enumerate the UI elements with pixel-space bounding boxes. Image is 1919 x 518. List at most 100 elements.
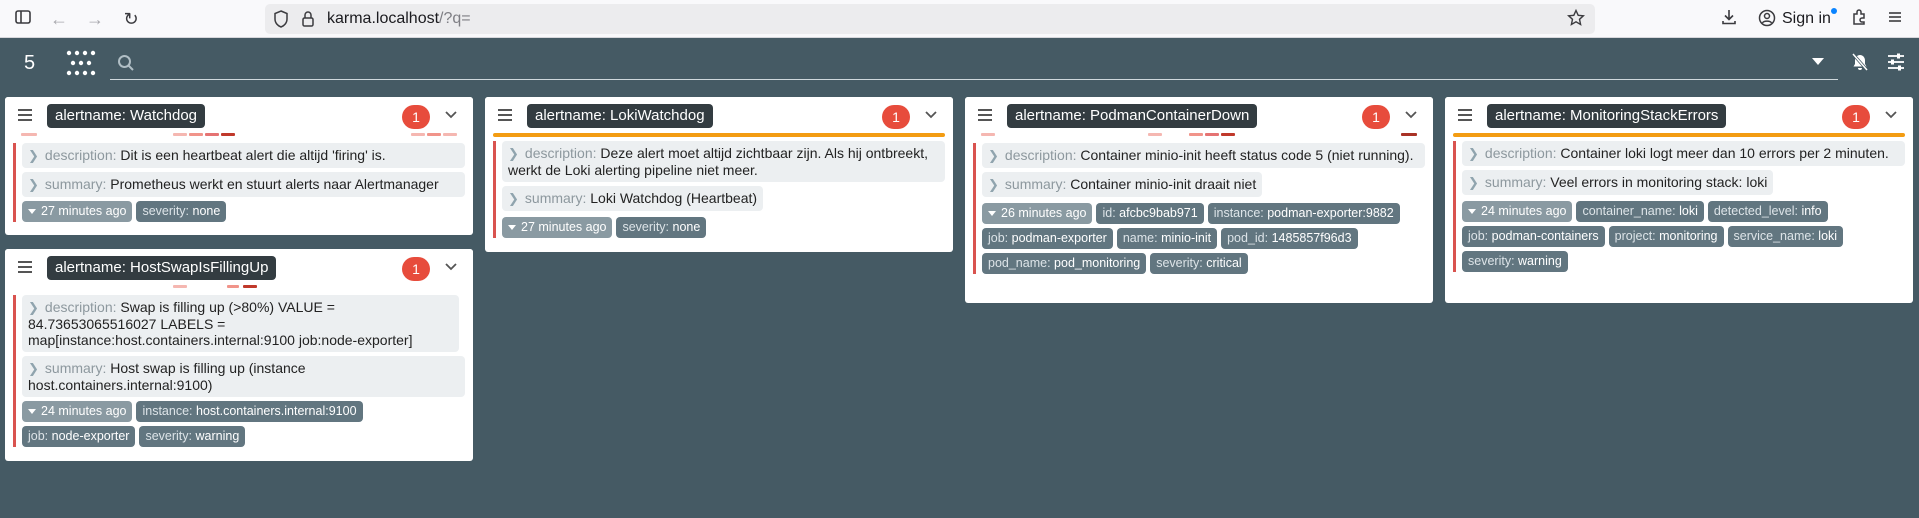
label-chip[interactable]: detected_level: info xyxy=(1707,201,1828,222)
chevron-down-icon[interactable] xyxy=(443,107,459,123)
chevron-down-icon[interactable] xyxy=(1883,107,1899,123)
chevron-right-icon[interactable]: ❯ xyxy=(28,177,39,193)
hamburger-icon[interactable] xyxy=(1458,108,1472,121)
alert-count-badge: 1 xyxy=(1842,105,1870,129)
url-text: karma.localhost/?q= xyxy=(327,10,471,27)
filter-search-input[interactable] xyxy=(110,48,1838,80)
chevron-right-icon[interactable]: ❯ xyxy=(508,146,519,162)
chevron-right-icon[interactable]: ❯ xyxy=(28,148,39,164)
history-dropdown-icon[interactable] xyxy=(1812,58,1824,65)
time-badge[interactable]: 26 minutes ago xyxy=(982,203,1093,224)
hamburger-icon[interactable] xyxy=(498,108,512,121)
description-annotation[interactable]: ❯ description: Swap is filling up (>80%) … xyxy=(22,295,459,352)
account-icon[interactable] xyxy=(1758,9,1776,32)
reload-icon[interactable]: ↻ xyxy=(120,8,142,30)
summary-annotation[interactable]: ❯ summary: Container minio-init draait ni… xyxy=(982,172,1263,197)
label-chip[interactable]: service_name: loki xyxy=(1727,226,1844,247)
alert-item: ❯ description: Dit is een heartbeat alert… xyxy=(13,143,465,222)
label-chip[interactable]: severity: none xyxy=(616,217,707,238)
group-name[interactable]: alertname: Watchdog xyxy=(47,104,206,128)
group-name[interactable]: alertname: PodmanContainerDown xyxy=(1007,104,1258,128)
alert-count-badge: 1 xyxy=(402,105,430,129)
alert-count: 5 xyxy=(24,52,36,74)
group-body: ❯ description: Container minio-init heeft… xyxy=(965,139,1433,280)
label-chip[interactable]: pod_id: 1485857f96d3 xyxy=(1221,228,1358,249)
alert-group-lokiwatchdog: alertname: LokiWatchdog 1 ❯ description: … xyxy=(485,97,953,252)
hamburger-icon[interactable] xyxy=(18,260,32,273)
alert-item: ❯ description: Swap is filling up (>80%) … xyxy=(13,295,465,447)
chevron-right-icon[interactable]: ❯ xyxy=(1468,146,1479,162)
label-chip[interactable]: id: afcbc9bab971 xyxy=(1096,203,1204,224)
group-header: alertname: LokiWatchdog 1 xyxy=(485,97,953,133)
time-badge[interactable]: 27 minutes ago xyxy=(502,217,613,238)
label-chip[interactable]: project: monitoring xyxy=(1608,226,1724,247)
label-chip[interactable]: name: minio-init xyxy=(1116,228,1218,249)
label-chip[interactable]: job: podman-containers xyxy=(1462,226,1605,247)
summary-annotation[interactable]: ❯ summary: Veel errors in monitoring stac… xyxy=(1462,170,1774,195)
summary-annotation[interactable]: ❯ summary: Host swap is filling up (insta… xyxy=(22,356,465,397)
chevron-down-icon[interactable] xyxy=(923,107,939,123)
label-chip[interactable]: job: podman-exporter xyxy=(982,228,1113,249)
group-body: ❯ description: Swap is filling up (>80%) … xyxy=(5,291,473,453)
label-chip[interactable]: severity: warning xyxy=(139,426,246,447)
time-badge[interactable]: 24 minutes ago xyxy=(22,401,133,422)
time-badge[interactable]: 27 minutes ago xyxy=(22,201,133,222)
label-chip[interactable]: instance: podman-exporter:9882 xyxy=(1207,203,1400,224)
label-chip[interactable]: job: node-exporter xyxy=(22,426,136,447)
chevron-right-icon[interactable]: ❯ xyxy=(988,177,999,193)
browser-toolbar: ← → ↻ karma.localhost/?q= Sign in xyxy=(0,0,1919,38)
chevron-down-icon[interactable] xyxy=(443,259,459,275)
back-icon[interactable]: ← xyxy=(48,8,70,30)
chevron-right-icon[interactable]: ❯ xyxy=(988,148,999,164)
label-chip[interactable]: container_name: loki xyxy=(1576,201,1704,222)
alert-group-hostswap: alertname: HostSwapIsFillingUp 1 ❯ descri… xyxy=(5,249,473,461)
chevron-right-icon[interactable]: ❯ xyxy=(1468,175,1479,191)
group-header: alertname: MonitoringStackErrors 1 xyxy=(1445,97,1913,133)
chevron-right-icon[interactable]: ❯ xyxy=(28,300,39,316)
group-name[interactable]: alertname: LokiWatchdog xyxy=(527,104,713,128)
alert-group-watchdog: alertname: Watchdog 1 ❯ description: Dit … xyxy=(5,97,473,235)
hamburger-icon[interactable] xyxy=(978,108,992,121)
forward-icon[interactable]: → xyxy=(84,8,106,30)
alert-count-badge: 1 xyxy=(1362,105,1390,129)
labels-list: 24 minutes ago instance: host.containers… xyxy=(22,401,465,447)
description-annotation[interactable]: ❯ description: Deze alert moet altijd zic… xyxy=(502,141,945,182)
description-annotation[interactable]: ❯ description: Container minio-init heeft… xyxy=(982,143,1425,168)
menu-icon[interactable] xyxy=(1884,8,1906,30)
alert-group-monitoringstackerrors: alertname: MonitoringStackErrors 1 ❯ desc… xyxy=(1445,97,1913,303)
bookmark-star-icon[interactable] xyxy=(1566,8,1586,32)
hamburger-icon[interactable] xyxy=(18,108,32,121)
alert-item: ❯ description: Container loki logt meer d… xyxy=(1453,141,1905,272)
description-annotation[interactable]: ❯ description: Container loki logt meer d… xyxy=(1462,141,1905,166)
summary-annotation[interactable]: ❯ summary: Prometheus werkt en stuurt ale… xyxy=(22,172,465,197)
extensions-icon[interactable] xyxy=(1848,8,1870,30)
label-chip[interactable]: severity: critical xyxy=(1150,253,1248,274)
group-header: alertname: HostSwapIsFillingUp 1 xyxy=(5,249,473,285)
label-chip[interactable]: pod_name: pod_monitoring xyxy=(982,253,1147,274)
alert-item: ❯ description: Container minio-init heeft… xyxy=(973,143,1425,274)
sidebar-toggle-icon[interactable] xyxy=(12,8,34,30)
group-name[interactable]: alertname: MonitoringStackErrors xyxy=(1487,104,1727,128)
labels-list: 27 minutes ago severity: none xyxy=(502,217,945,238)
group-name[interactable]: alertname: HostSwapIsFillingUp xyxy=(47,256,277,280)
time-badge[interactable]: 24 minutes ago xyxy=(1462,201,1573,222)
lock-icon[interactable] xyxy=(301,10,315,33)
signin-button[interactable]: Sign in xyxy=(1782,7,1837,31)
description-annotation[interactable]: ❯ description: Dit is een heartbeat alert… xyxy=(22,143,465,168)
chevron-right-icon[interactable]: ❯ xyxy=(508,191,519,207)
label-chip[interactable]: severity: warning xyxy=(1462,251,1568,272)
chevron-down-icon[interactable] xyxy=(1403,107,1419,123)
sliders-icon[interactable] xyxy=(1886,52,1906,72)
bell-slash-icon[interactable] xyxy=(1850,52,1870,72)
label-chip[interactable]: severity: none xyxy=(136,201,227,222)
summary-annotation[interactable]: ❯ summary: Loki Watchdog (Heartbeat) xyxy=(502,186,764,211)
labels-list: 26 minutes ago id: afcbc9bab971 instance… xyxy=(982,203,1425,274)
grid-dots-icon[interactable] xyxy=(66,49,96,77)
address-bar[interactable]: karma.localhost/?q= xyxy=(265,4,1595,34)
search-icon xyxy=(117,54,135,72)
shield-icon[interactable] xyxy=(273,10,289,33)
chevron-right-icon[interactable]: ❯ xyxy=(28,361,39,377)
downloads-icon[interactable] xyxy=(1718,8,1740,30)
labels-list: 27 minutes ago severity: none xyxy=(22,201,465,222)
label-chip[interactable]: instance: host.containers.internal:9100 xyxy=(136,401,363,422)
